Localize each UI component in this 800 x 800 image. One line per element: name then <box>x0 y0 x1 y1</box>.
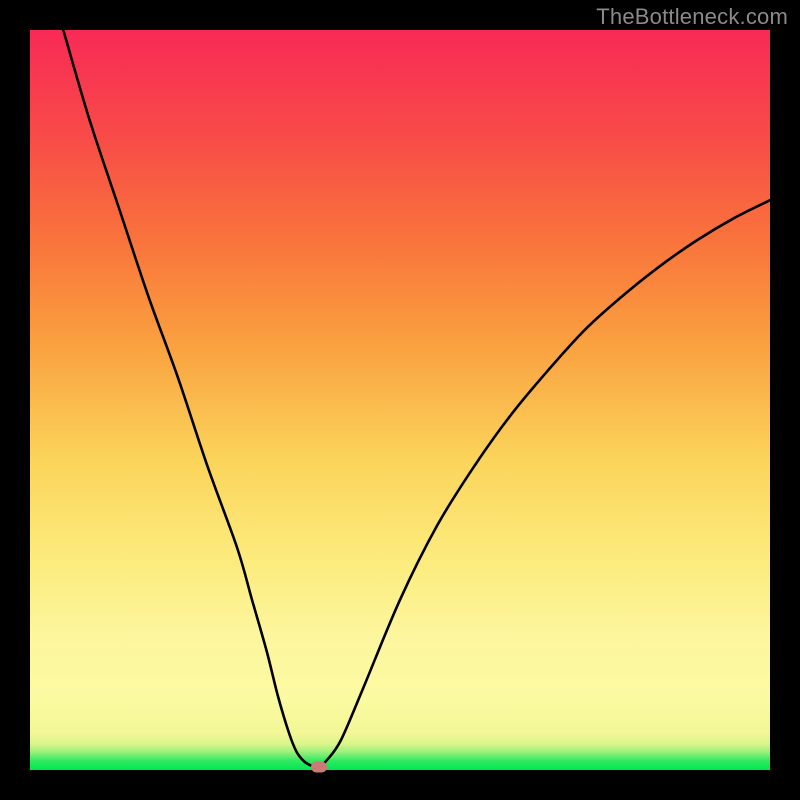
bottleneck-curve <box>30 30 770 770</box>
plot-area <box>30 30 770 770</box>
optimal-point-marker <box>311 762 327 773</box>
chart-frame: TheBottleneck.com <box>0 0 800 800</box>
watermark-text: TheBottleneck.com <box>596 4 788 30</box>
